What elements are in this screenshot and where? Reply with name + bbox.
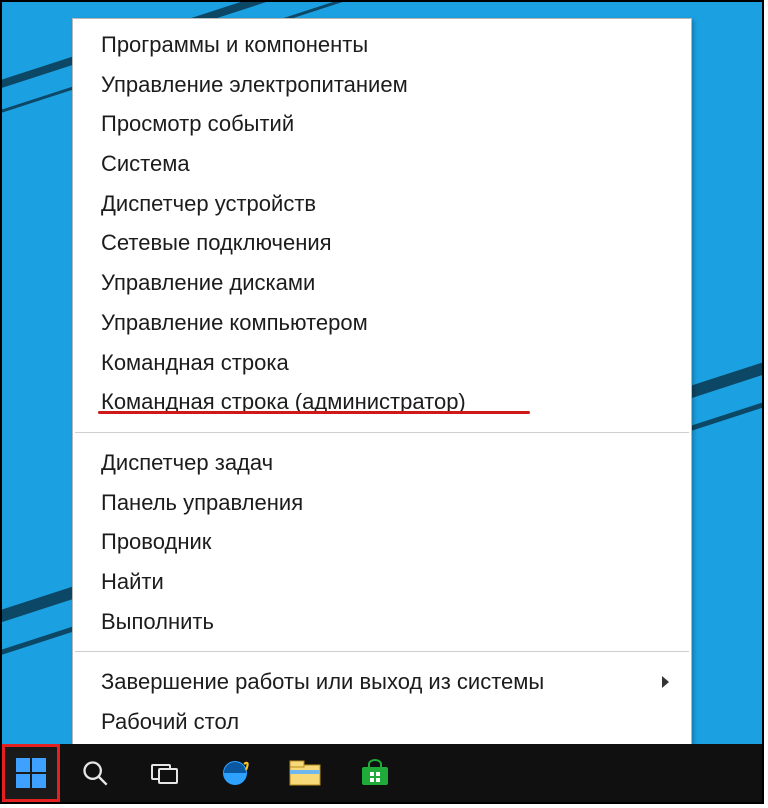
- search-button[interactable]: [60, 744, 130, 802]
- menu-separator: [75, 651, 689, 652]
- windows-logo-icon: [16, 758, 46, 788]
- menu-group-1: Программы и компоненты Управление электр…: [73, 19, 691, 428]
- task-view-icon: [150, 760, 180, 786]
- menu-item-disk-management[interactable]: Управление дисками: [73, 263, 691, 303]
- annotation-underline: [98, 411, 530, 414]
- menu-item-run[interactable]: Выполнить: [73, 602, 691, 642]
- menu-item-search[interactable]: Найти: [73, 562, 691, 602]
- file-explorer-button[interactable]: [270, 744, 340, 802]
- menu-item-file-explorer[interactable]: Проводник: [73, 522, 691, 562]
- menu-item-command-prompt[interactable]: Командная строка: [73, 343, 691, 383]
- menu-item-shut-down-or-sign-out[interactable]: Завершение работы или выход из системы: [73, 662, 691, 702]
- menu-group-2: Диспетчер задач Панель управления Провод…: [73, 437, 691, 647]
- menu-item-programs-and-features[interactable]: Программы и компоненты: [73, 25, 691, 65]
- file-explorer-icon: [289, 760, 321, 786]
- ie-button[interactable]: [200, 744, 270, 802]
- taskbar: [2, 744, 762, 802]
- menu-item-event-viewer[interactable]: Просмотр событий: [73, 104, 691, 144]
- menu-item-computer-management[interactable]: Управление компьютером: [73, 303, 691, 343]
- store-icon: [360, 759, 390, 787]
- menu-item-network-connections[interactable]: Сетевые подключения: [73, 223, 691, 263]
- menu-item-device-manager[interactable]: Диспетчер устройств: [73, 184, 691, 224]
- menu-item-control-panel[interactable]: Панель управления: [73, 483, 691, 523]
- menu-separator: [75, 432, 689, 433]
- menu-item-power-options[interactable]: Управление электропитанием: [73, 65, 691, 105]
- desktop: Программы и компоненты Управление электр…: [0, 0, 764, 804]
- menu-group-3: Завершение работы или выход из системы Р…: [73, 656, 691, 747]
- task-view-button[interactable]: [130, 744, 200, 802]
- menu-item-desktop[interactable]: Рабочий стол: [73, 702, 691, 742]
- winx-context-menu: Программы и компоненты Управление электр…: [72, 18, 692, 749]
- menu-item-system[interactable]: Система: [73, 144, 691, 184]
- menu-item-command-prompt-admin[interactable]: Командная строка (администратор): [73, 382, 691, 422]
- search-icon: [81, 759, 109, 787]
- menu-item-task-manager[interactable]: Диспетчер задач: [73, 443, 691, 483]
- store-button[interactable]: [340, 744, 410, 802]
- internet-explorer-icon: [220, 758, 250, 788]
- start-button[interactable]: [2, 744, 60, 802]
